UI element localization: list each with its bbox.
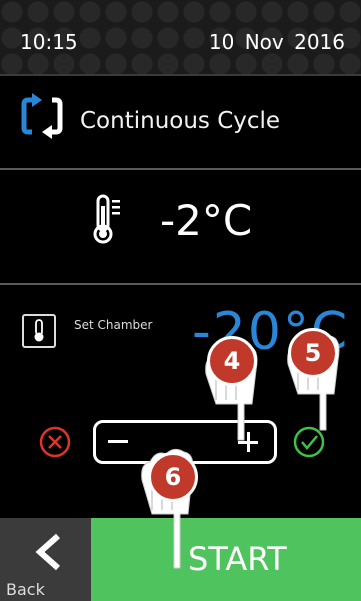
back-label: Back [6,580,45,599]
status-bar: 10:15 10 Nov 2016 [0,0,361,76]
cycle-mode-label[interactable]: Continuous Cycle [80,108,280,134]
callout-badge: 6 [148,452,198,502]
divider [0,283,361,285]
x-circle-icon[interactable] [38,425,72,459]
current-date: 10 Nov 2016 [208,30,345,54]
set-chamber-label: Set Chamber [74,318,153,332]
refresh-cycle-icon [21,93,63,139]
thermometer-box-icon [22,314,56,348]
start-label: START [188,540,287,578]
clock-time: 10:15 [20,30,78,54]
thermometer-icon [93,194,120,244]
start-button[interactable]: START [91,518,361,601]
back-button[interactable]: Back [0,518,91,601]
callout-badge: 4 [207,336,257,386]
controller-screen: 10:15 10 Nov 2016 Continuous Cycle -2°C … [0,0,361,601]
minus-icon[interactable] [108,440,128,443]
chevron-left-icon [35,533,60,571]
divider [0,168,361,170]
callout-badge: 5 [288,328,338,378]
chamber-temperature: -2°C [160,196,253,245]
